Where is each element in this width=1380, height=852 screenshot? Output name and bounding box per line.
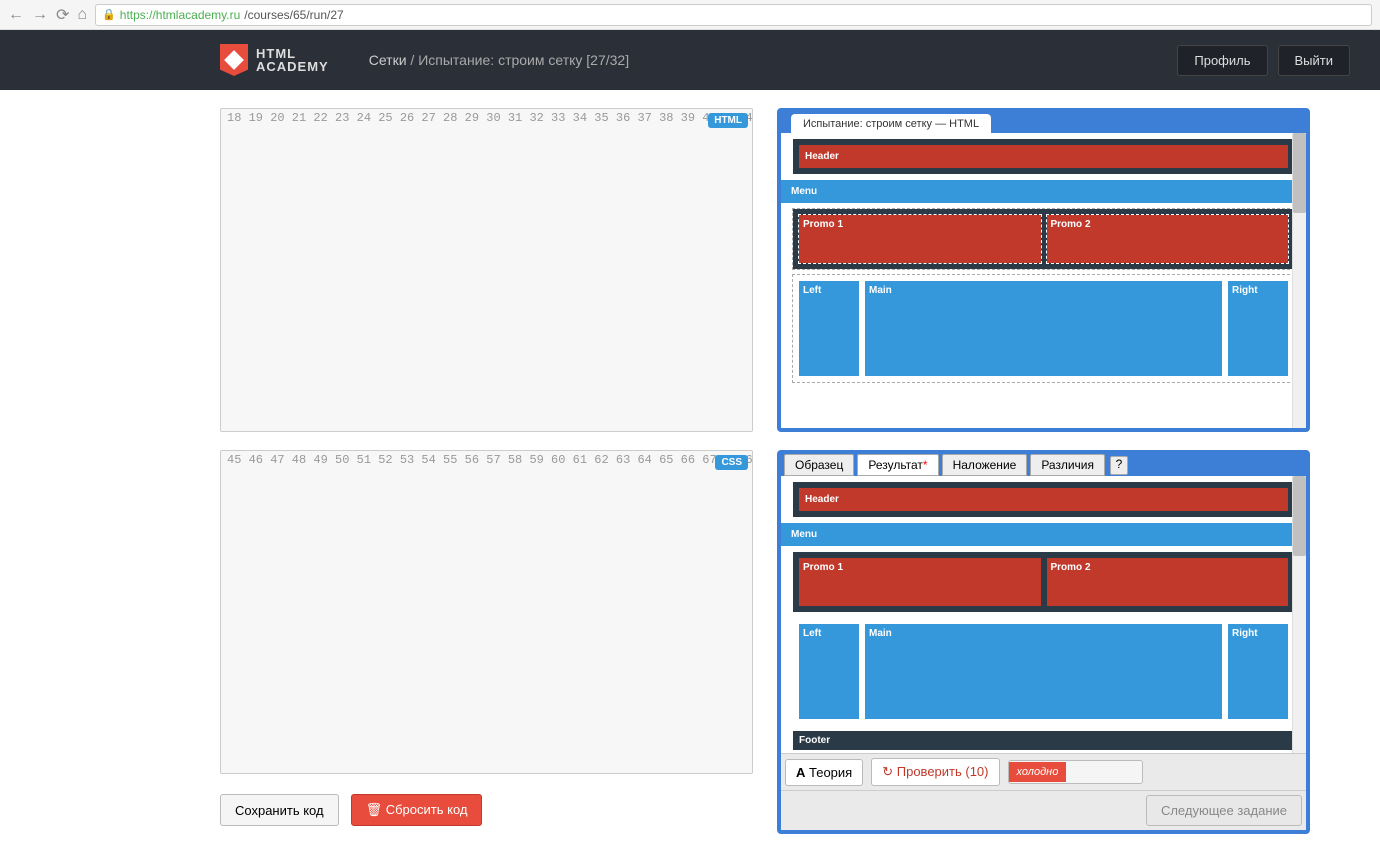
result-body[interactable]: Header Menu Promo 1 Promo 2 Left Main Ri… — [781, 476, 1306, 753]
result-header-block: Header — [799, 488, 1288, 511]
forward-icon[interactable]: → — [32, 6, 48, 24]
tab-help[interactable]: ? — [1110, 456, 1128, 475]
css-editor[interactable]: CSS 45 46 47 48 49 50 51 52 53 54 55 56 … — [220, 450, 753, 774]
url-path: /courses/65/run/27 — [244, 8, 343, 22]
refresh-icon: ↻ — [882, 764, 893, 779]
result-bottom-bar: A Теория ↻ Проверить (10) холодно — [781, 753, 1306, 790]
preview-panel: Испытание: строим сетку — HTML Header Me… — [777, 108, 1310, 432]
next-task-button[interactable]: Следующее задание — [1146, 795, 1302, 826]
tab-overlay[interactable]: Наложение — [942, 454, 1028, 476]
preview-menu-block: Menu — [781, 180, 1306, 203]
reload-icon[interactable]: ⟳ — [56, 5, 69, 25]
preview-tab-title: Испытание: строим сетку — HTML — [791, 114, 991, 134]
tab-result[interactable]: Результат* — [857, 454, 938, 476]
logo[interactable]: HTML ACADEMY — [220, 44, 329, 76]
css-badge: CSS — [715, 455, 748, 470]
status-meter: холодно — [1008, 760, 1143, 784]
breadcrumb-root[interactable]: Сетки — [369, 52, 407, 68]
html-editor[interactable]: HTML 18 19 20 21 22 23 24 25 26 27 28 29… — [220, 108, 753, 432]
workspace: HTML 18 19 20 21 22 23 24 25 26 27 28 29… — [0, 90, 1380, 852]
css-gutter: 45 46 47 48 49 50 51 52 53 54 55 56 57 5… — [221, 451, 752, 773]
reset-button[interactable]: 🗑 Сбросить код — [351, 794, 483, 826]
breadcrumb-title: Испытание: строим сетку [27/32] — [418, 52, 629, 68]
preview-col-left: Left — [799, 281, 859, 376]
profile-button[interactable]: Профиль — [1177, 45, 1267, 76]
preview-col-right: Right — [1228, 281, 1288, 376]
result-col-right: Right — [1228, 624, 1288, 719]
breadcrumb: Сетки / Испытание: строим сетку [27/32] — [369, 52, 629, 68]
check-button[interactable]: ↻ Проверить (10) — [871, 758, 999, 786]
logout-button[interactable]: Выйти — [1278, 45, 1351, 76]
url-bar[interactable]: 🔒 https://htmlacademy.ru/courses/65/run/… — [95, 4, 1372, 26]
status-label: холодно — [1009, 762, 1067, 782]
preview-col-main: Main — [865, 281, 1222, 376]
result-tabs: Образец Результат* Наложение Различия ? — [781, 454, 1306, 476]
html-gutter: 18 19 20 21 22 23 24 25 26 27 28 29 30 3… — [221, 109, 752, 431]
result-col-left: Left — [799, 624, 859, 719]
home-icon[interactable]: ⌂ — [77, 6, 87, 24]
app-topbar: HTML ACADEMY Сетки / Испытание: строим с… — [0, 30, 1380, 90]
theory-button[interactable]: A Теория — [785, 759, 863, 786]
modified-star-icon: * — [923, 458, 928, 472]
result-panel: Образец Результат* Наложение Различия ? … — [777, 450, 1310, 834]
result-promo2: Promo 2 — [1047, 558, 1289, 606]
back-icon[interactable]: ← — [8, 6, 24, 24]
tab-sample[interactable]: Образец — [784, 454, 854, 476]
browser-toolbar: ← → ⟳ ⌂ 🔒 https://htmlacademy.ru/courses… — [0, 0, 1380, 30]
tab-diff[interactable]: Различия — [1030, 454, 1105, 476]
preview-body[interactable]: Header Menu Promo 1 Promo 2 Left Main Ri… — [781, 133, 1306, 428]
scrollbar[interactable] — [1292, 133, 1306, 428]
result-menu-block: Menu — [781, 523, 1306, 546]
result-promo1: Promo 1 — [799, 558, 1041, 606]
logo-text: HTML ACADEMY — [256, 47, 329, 73]
save-button[interactable]: Сохранить код — [220, 794, 339, 826]
result-col-main: Main — [865, 624, 1222, 719]
trash-icon: 🗑 — [366, 802, 383, 817]
logo-line2: ACADEMY — [256, 60, 329, 73]
preview-header-block: Header — [799, 145, 1288, 168]
lock-icon: 🔒 — [102, 8, 116, 21]
url-domain: https://htmlacademy.ru — [120, 8, 241, 22]
preview-promo2: Promo 2 — [1047, 215, 1289, 263]
result-footer-block: Footer — [793, 731, 1294, 750]
preview-promo1: Promo 1 — [799, 215, 1041, 263]
html-badge: HTML — [708, 113, 748, 128]
logo-shield-icon — [220, 44, 248, 76]
theory-icon: A — [796, 765, 805, 780]
scrollbar[interactable] — [1292, 476, 1306, 753]
